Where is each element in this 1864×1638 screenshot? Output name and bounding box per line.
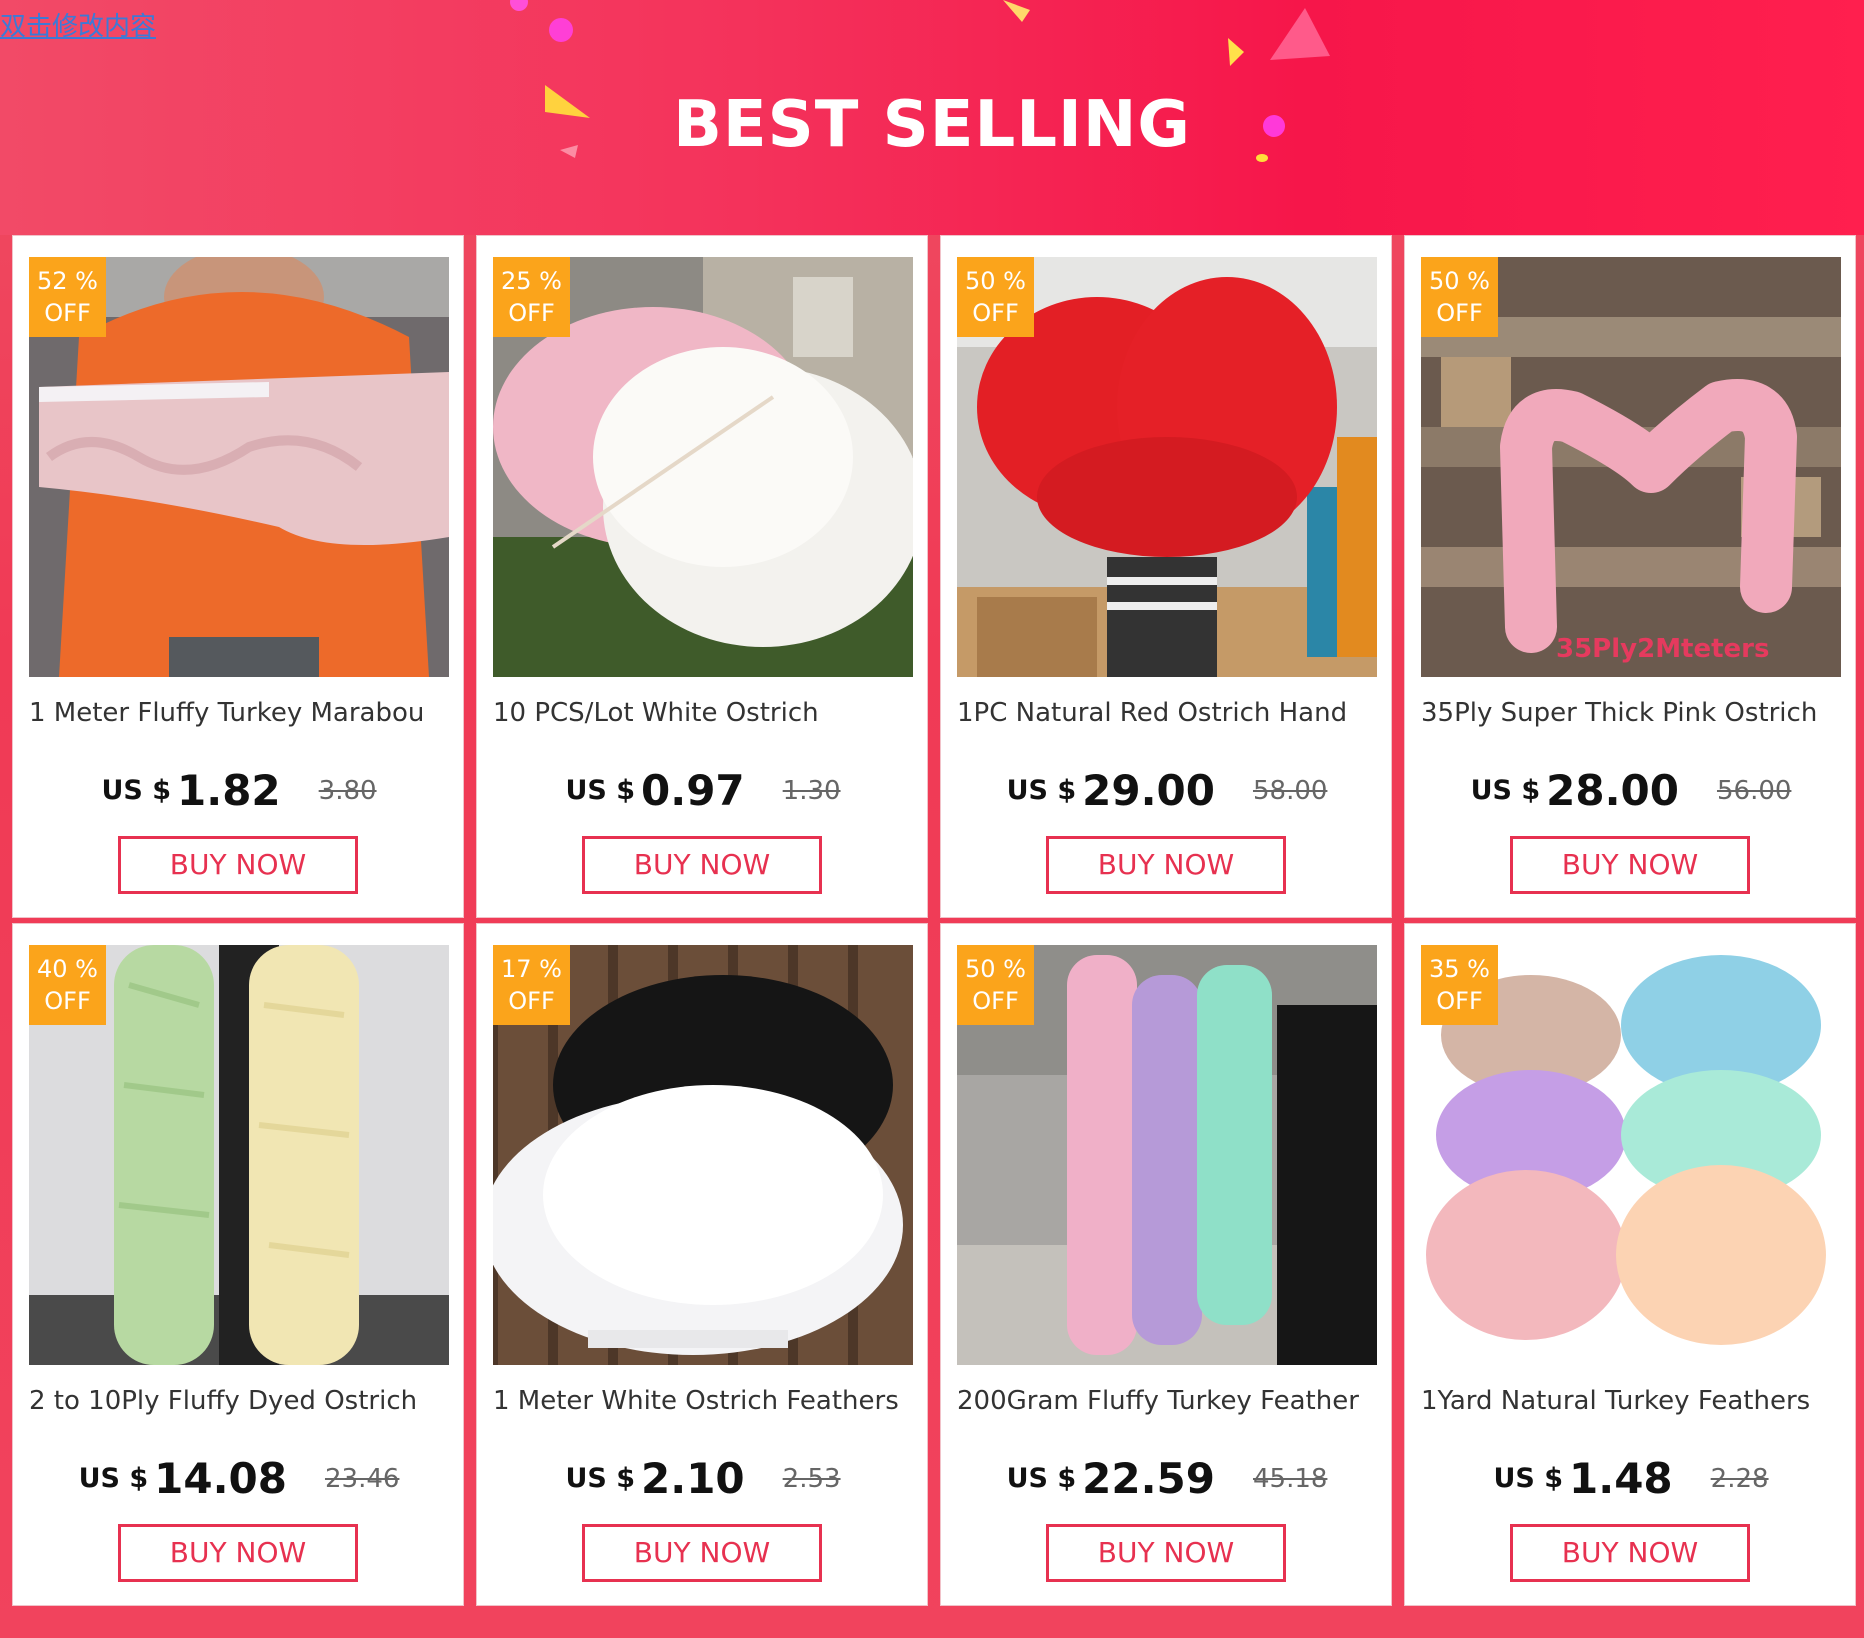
price-row: US $1.82 3.80: [13, 766, 465, 815]
discount-badge: 35 % OFF: [1421, 945, 1498, 1025]
sale-price: 22.59: [1082, 1454, 1215, 1503]
currency-label: US $: [101, 775, 172, 806]
buy-now-button[interactable]: BUY NOW: [1046, 836, 1286, 894]
discount-badge: 50 % OFF: [957, 257, 1034, 337]
currency-label: US $: [78, 1463, 149, 1494]
sale-price: 28.00: [1546, 766, 1679, 815]
buy-now-button[interactable]: BUY NOW: [1510, 836, 1750, 894]
price-row: US $28.00 56.00: [1405, 766, 1857, 815]
buy-now-button[interactable]: BUY NOW: [582, 1524, 822, 1582]
sale-price: 2.10: [641, 1454, 745, 1503]
price-row: US $14.08 23.46: [13, 1454, 465, 1503]
price-row: US $22.59 45.18: [941, 1454, 1393, 1503]
currency-label: US $: [1470, 775, 1541, 806]
product-card[interactable]: 50 % OFF 200Gram Fluffy Turkey Feather US…: [940, 923, 1392, 1606]
product-title[interactable]: 1Yard Natural Turkey Feathers: [1421, 1386, 1841, 1416]
price-row: US $0.97 1.30: [477, 766, 929, 815]
discount-badge: 52 % OFF: [29, 257, 106, 337]
currency-label: US $: [565, 775, 636, 806]
buy-now-button[interactable]: BUY NOW: [1510, 1524, 1750, 1582]
sale-price: 14.08: [154, 1454, 287, 1503]
image-caption: 35Ply2Mteters: [1556, 634, 1769, 664]
currency-label: US $: [565, 1463, 636, 1494]
discount-badge: 40 % OFF: [29, 945, 106, 1025]
product-title[interactable]: 1 Meter White Ostrich Feathers: [493, 1386, 913, 1416]
discount-badge: 25 % OFF: [493, 257, 570, 337]
original-price: 1.30: [782, 775, 841, 806]
original-price: 2.28: [1710, 1463, 1769, 1494]
sale-price: 1.48: [1569, 1454, 1673, 1503]
currency-label: US $: [1006, 775, 1077, 806]
buy-now-button[interactable]: BUY NOW: [118, 1524, 358, 1582]
product-card[interactable]: 25 % OFF 10 PCS/Lot White Ostrich US $0.9…: [476, 235, 928, 918]
product-grid: 52 % OFF 1 Meter Fluffy Turkey Marabou US…: [12, 235, 1860, 1607]
sale-price: 1.82: [177, 766, 281, 815]
sale-price: 0.97: [641, 766, 745, 815]
original-price: 45.18: [1252, 1463, 1328, 1494]
product-title[interactable]: 1 Meter Fluffy Turkey Marabou: [29, 698, 449, 728]
original-price: 23.46: [324, 1463, 400, 1494]
original-price: 58.00: [1252, 775, 1328, 806]
product-card[interactable]: 50 % OFF 1PC Natural Red Ostrich Hand US …: [940, 235, 1392, 918]
price-row: US $2.10 2.53: [477, 1454, 929, 1503]
product-title[interactable]: 1PC Natural Red Ostrich Hand: [957, 698, 1377, 728]
discount-badge: 50 % OFF: [957, 945, 1034, 1025]
currency-label: US $: [1493, 1463, 1564, 1494]
product-card[interactable]: 17 % OFF 1 Meter White Ostrich Feathers U…: [476, 923, 928, 1606]
buy-now-button[interactable]: BUY NOW: [118, 836, 358, 894]
product-card[interactable]: 52 % OFF 1 Meter Fluffy Turkey Marabou US…: [12, 235, 464, 918]
product-card[interactable]: 35Ply2Mteters 50 % OFF 35Ply Super Thick …: [1404, 235, 1856, 918]
price-row: US $29.00 58.00: [941, 766, 1393, 815]
discount-badge: 17 % OFF: [493, 945, 570, 1025]
price-row: US $1.48 2.28: [1405, 1454, 1857, 1503]
product-card[interactable]: 35 % OFF 1Yard Natural Turkey Feathers US…: [1404, 923, 1856, 1606]
hero-banner: 双击修改内容 BEST SELLING: [0, 0, 1864, 235]
product-card[interactable]: 40 % OFF 2 to 10Ply Fluffy Dyed Ostrich U…: [12, 923, 464, 1606]
product-title[interactable]: 200Gram Fluffy Turkey Feather: [957, 1386, 1377, 1416]
product-title[interactable]: 10 PCS/Lot White Ostrich: [493, 698, 913, 728]
original-price: 3.80: [318, 775, 377, 806]
product-title[interactable]: 2 to 10Ply Fluffy Dyed Ostrich: [29, 1386, 449, 1416]
currency-label: US $: [1006, 1463, 1077, 1494]
buy-now-button[interactable]: BUY NOW: [1046, 1524, 1286, 1582]
sale-price: 29.00: [1082, 766, 1215, 815]
original-price: 56.00: [1716, 775, 1792, 806]
discount-badge: 50 % OFF: [1421, 257, 1498, 337]
page-title: BEST SELLING: [673, 88, 1191, 162]
buy-now-button[interactable]: BUY NOW: [582, 836, 822, 894]
original-price: 2.53: [782, 1463, 841, 1494]
product-title[interactable]: 35Ply Super Thick Pink Ostrich: [1421, 698, 1841, 728]
